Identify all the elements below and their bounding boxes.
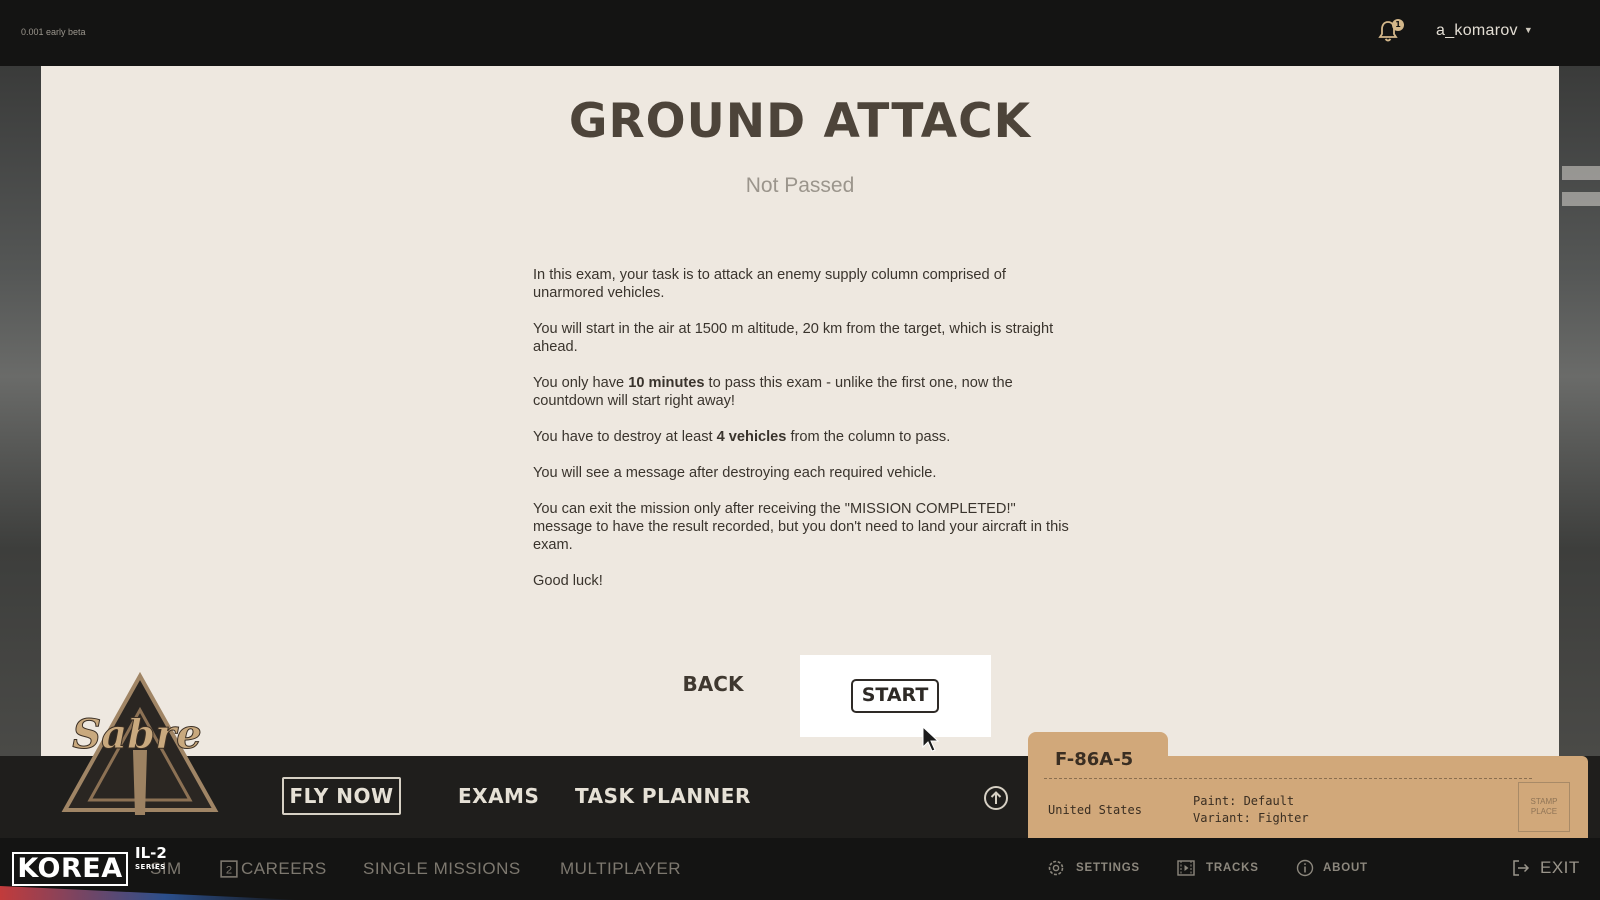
svg-text:Sabre: Sabre	[72, 711, 201, 758]
nav-exams[interactable]: EXAMS	[458, 784, 539, 808]
footer-settings[interactable]: SETTINGS	[1076, 862, 1140, 874]
gear-icon	[1048, 860, 1064, 876]
notification-badge: 1	[1392, 19, 1404, 31]
footer-tracks[interactable]: TRACKS	[1206, 862, 1259, 874]
careers-icon: 2	[220, 860, 238, 878]
top-bar: 0.001 early beta 1 a_komarov ▼	[0, 0, 1600, 66]
exam-briefing-panel: GROUND ATTACK Not Passed In this exam, y…	[41, 66, 1559, 756]
time-limit: 10 minutes	[628, 375, 705, 391]
paragraph: You only have 10 minutes to pass this ex…	[533, 375, 1013, 409]
back-button[interactable]: BACK	[661, 666, 765, 702]
footer-careers[interactable]: CAREERS	[241, 859, 327, 879]
paragraph: Good luck!	[533, 573, 603, 589]
paragraph: You have to destroy at least 4 vehicles …	[533, 429, 951, 445]
username: a_komarov	[1436, 22, 1518, 39]
sabre-logo: Sabre	[61, 671, 219, 815]
aircraft-variant: Variant: Fighter	[1193, 811, 1309, 825]
paragraph: In this exam, your task is to attack an …	[533, 267, 1006, 301]
stamp-place: STAMP PLACE	[1518, 782, 1570, 832]
hangar-light	[1562, 166, 1600, 180]
hangar-background-left	[0, 66, 44, 756]
version-label: 0.001 early beta	[21, 27, 86, 37]
exam-status: Not Passed	[745, 174, 855, 197]
mouse-cursor-icon	[922, 726, 940, 752]
start-button[interactable]: START	[851, 679, 939, 713]
start-button-highlight: START	[800, 655, 991, 737]
exam-title: GROUND ATTACK	[568, 94, 1032, 149]
korea-logo: KOREA	[12, 852, 128, 886]
divider	[1044, 778, 1532, 779]
fly-now-button[interactable]: FLY NOW	[282, 777, 401, 815]
info-icon	[1296, 859, 1314, 877]
nav-task-planner[interactable]: TASK PLANNER	[575, 784, 751, 808]
vehicle-goal: 4 vehicles	[716, 429, 787, 445]
user-menu[interactable]: a_komarov ▼	[1436, 22, 1533, 40]
paragraph: You can exit the mission only after rece…	[533, 501, 1069, 553]
aircraft-paint: Paint: Default	[1193, 794, 1295, 808]
il2-logo: IL-2 SERIES	[135, 844, 167, 872]
upload-icon	[984, 786, 1008, 810]
upload-button[interactable]	[983, 785, 1009, 811]
paragraph: You will see a message after destroying …	[533, 465, 937, 481]
chevron-down-icon: ▼	[1523, 25, 1534, 35]
notifications-button[interactable]: 1	[1378, 19, 1404, 46]
hangar-light	[1562, 192, 1600, 206]
footer-about[interactable]: ABOUT	[1323, 862, 1368, 874]
aircraft-country: United States	[1048, 803, 1142, 817]
tracks-icon	[1177, 860, 1195, 876]
exit-icon	[1513, 860, 1530, 876]
exit-button[interactable]: EXIT	[1540, 858, 1580, 878]
exam-description: In this exam, your task is to attack an …	[533, 266, 1073, 608]
aircraft-card[interactable]: F-86A-5 United States Paint: Default Var…	[1028, 732, 1588, 838]
footer-bar: SIM 2 CAREERS SINGLE MISSIONS MULTIPLAYE…	[0, 838, 1600, 900]
hangar-background-right	[1558, 66, 1600, 756]
footer-multiplayer[interactable]: MULTIPLAYER	[560, 859, 681, 879]
aircraft-name: F-86A-5	[1055, 749, 1134, 770]
paragraph: You will start in the air at 1500 m alti…	[533, 321, 1054, 355]
footer-single-missions[interactable]: SINGLE MISSIONS	[363, 859, 521, 879]
svg-text:2: 2	[226, 865, 232, 877]
